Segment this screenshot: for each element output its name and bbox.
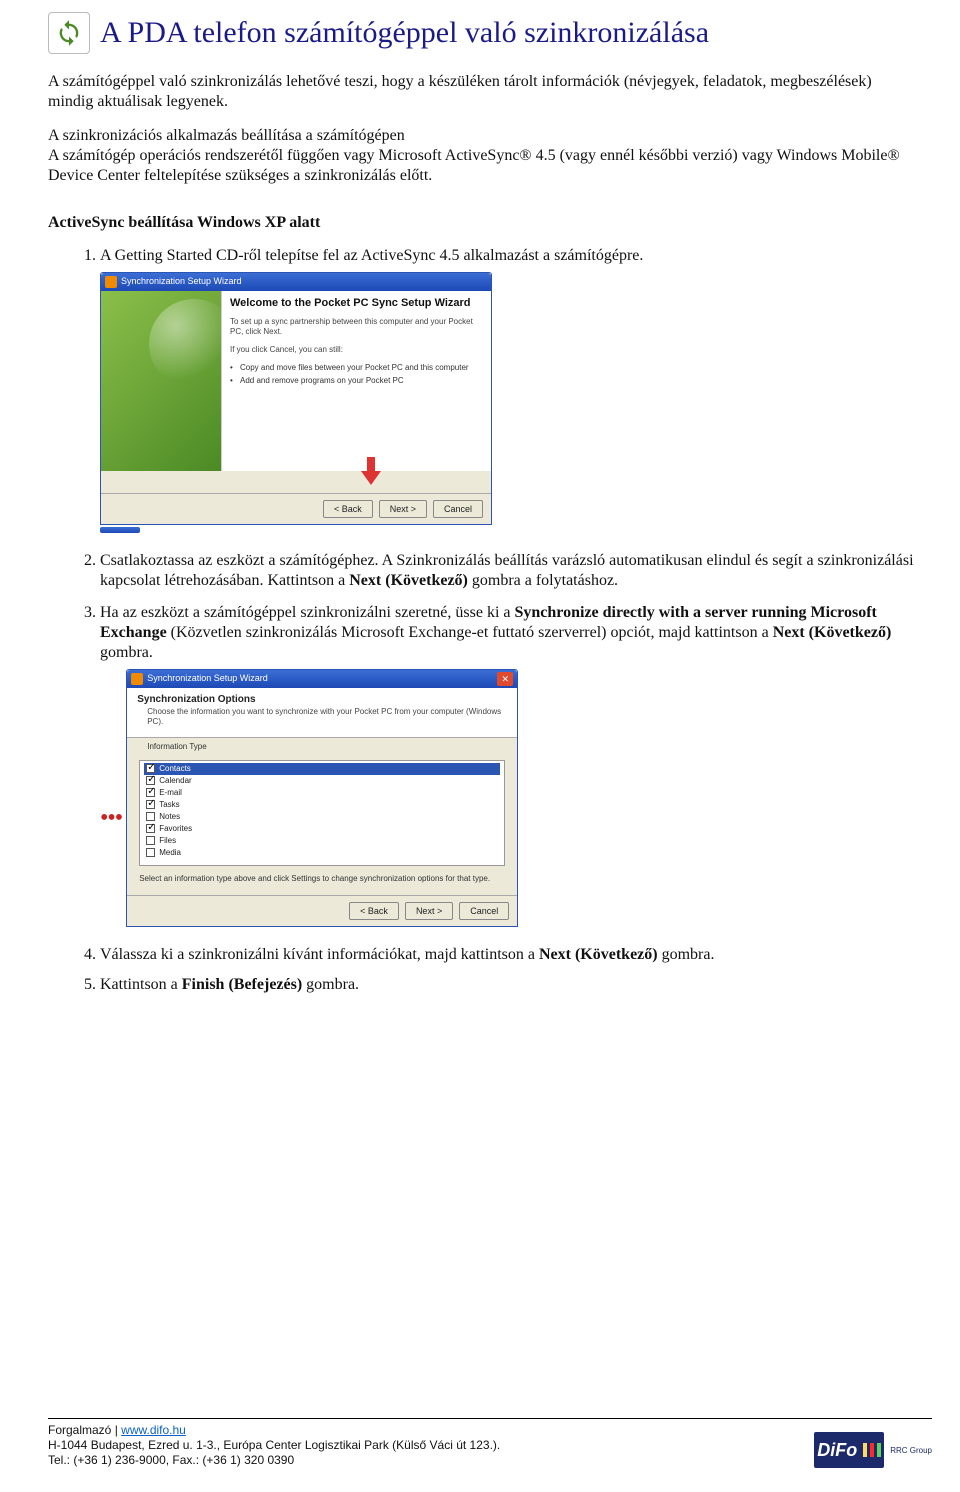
intro-paragraph: A számítógéppel való szinkronizálás lehe… <box>48 72 918 112</box>
truncated-window-icon <box>100 527 140 533</box>
difo-logo-text: DiFo <box>817 1440 857 1461</box>
page-title: A PDA telefon számítógéppel való szinkro… <box>100 16 709 50</box>
footer-address: H-1044 Budapest, Ezred u. 1-3., Európa C… <box>48 1438 500 1453</box>
wizard2-item[interactable]: Calendar <box>144 775 500 787</box>
wizard2-item-label: Favorites <box>159 824 192 834</box>
close-icon[interactable]: ✕ <box>497 672 513 686</box>
wizard2-back-button[interactable]: < Back <box>349 902 399 920</box>
wizard2-titlebar-icon <box>131 673 143 685</box>
logo-bars-icon <box>863 1443 881 1457</box>
footer-label: Forgalmazó | <box>48 1423 121 1437</box>
wizard2-window: Synchronization Setup Wizard ✕ Synchroni… <box>126 669 518 927</box>
step-4-text-c: gombra. <box>658 946 715 963</box>
wizard2-next-button[interactable]: Next > <box>405 902 453 920</box>
checkbox-icon[interactable] <box>146 812 155 821</box>
step-3-text-c: (Közvetlen szinkronizálás Microsoft Exch… <box>167 624 773 641</box>
wizard2-item[interactable]: E-mail <box>144 787 500 799</box>
footer-logo: DiFo RRC Group <box>814 1432 932 1468</box>
wizard2-item-label: Files <box>159 836 176 846</box>
checkbox-icon[interactable] <box>146 848 155 857</box>
wizard2-item[interactable]: Media <box>144 847 500 859</box>
wizard2-item-label: Media <box>159 848 181 858</box>
wizard2-item[interactable]: Favorites <box>144 823 500 835</box>
step-3-text-e: gombra. <box>100 644 153 661</box>
wizard1-next-button[interactable]: Next > <box>379 500 427 518</box>
step-1-text: A Getting Started CD-ről telepítse fel a… <box>100 247 643 264</box>
step-5-text-c: gombra. <box>302 976 359 993</box>
step-4: Válassza ki a szinkronizálni kívánt info… <box>100 945 932 965</box>
footer-text: Forgalmazó | www.difo.hu H-1044 Budapest… <box>48 1423 500 1468</box>
wizard1-cancel-button[interactable]: Cancel <box>433 500 483 518</box>
syncapp-heading: A szinkronizációs alkalmazás beállítása … <box>48 126 928 146</box>
step-5: Kattintson a Finish (Befejezés) gombra. <box>100 975 932 995</box>
wizard2-note: Select an information type above and cli… <box>139 874 505 884</box>
red-dots-icon: ••• <box>100 813 122 823</box>
wizard1-title: Synchronization Setup Wizard <box>121 276 242 287</box>
wizard1-titlebar-icon <box>105 276 117 288</box>
wizard2-header-title: Synchronization Options <box>137 694 507 707</box>
wizard1-bullet1: Copy and move files between your Pocket … <box>230 363 483 373</box>
syncapp-section: A szinkronizációs alkalmazás beállítása … <box>48 126 928 186</box>
checkbox-icon[interactable] <box>146 824 155 833</box>
xp-heading: ActiveSync beállítása Windows XP alatt <box>48 214 932 232</box>
wizard2-header-subtitle: Choose the information you want to synch… <box>137 707 507 727</box>
wizard2-item[interactable]: Contacts <box>144 763 500 775</box>
step-3: Ha az eszközt a számítógéppel szinkroniz… <box>100 603 932 927</box>
checkbox-icon[interactable] <box>146 836 155 845</box>
step-4-text-b: Next (Következő) <box>539 946 658 963</box>
checkbox-icon[interactable] <box>146 788 155 797</box>
checkbox-icon[interactable] <box>146 764 155 773</box>
step-2: Csatlakoztassa az eszközt a számítógéphe… <box>100 551 932 591</box>
step-1: A Getting Started CD-ről telepítse fel a… <box>100 246 932 533</box>
step-3-text-a: Ha az eszközt a számítógéppel szinkroniz… <box>100 604 515 621</box>
wizard2-group-label: Information Type <box>143 742 210 751</box>
step-3-text-d: Next (Következő) <box>773 624 892 641</box>
step-5-text-a: Kattintson a <box>100 976 182 993</box>
wizard1-welcome: Welcome to the Pocket PC Sync Setup Wiza… <box>230 297 483 311</box>
wizard2-item-label: Contacts <box>159 764 191 774</box>
wizard2-item[interactable]: Notes <box>144 811 500 823</box>
wizard1-line2: If you click Cancel, you can still: <box>230 345 483 355</box>
wizard2-title: Synchronization Setup Wizard <box>147 673 268 684</box>
checkbox-icon[interactable] <box>146 776 155 785</box>
step-2-text-c: gombra a folytatáshoz. <box>468 572 618 589</box>
wizard1-red-arrow-icon <box>361 471 381 485</box>
wizard1-bullet2: Add and remove programs on your Pocket P… <box>230 376 483 386</box>
syncapp-text: A számítógép operációs rendszerétől függ… <box>48 146 928 186</box>
step-2-text-b: Next (Következő) <box>349 572 468 589</box>
wizard2-item-label: Tasks <box>159 800 179 810</box>
wizard1-back-button[interactable]: < Back <box>323 500 373 518</box>
step-5-text-b: Finish (Befejezés) <box>182 976 302 993</box>
step-4-text-a: Válassza ki a szinkronizálni kívánt info… <box>100 946 539 963</box>
wizard2-item[interactable]: Files <box>144 835 500 847</box>
wizard2-item-label: Notes <box>159 812 180 822</box>
wizard1-left-art <box>101 291 221 471</box>
wizard1-line1: To set up a sync partnership between thi… <box>230 317 483 337</box>
wizard2-item[interactable]: Tasks <box>144 799 500 811</box>
checkbox-icon[interactable] <box>146 800 155 809</box>
wizard1-window: Synchronization Setup Wizard Welcome to … <box>100 272 492 525</box>
footer-link[interactable]: www.difo.hu <box>121 1423 186 1437</box>
footer-tel: Tel.: (+36 1) 236-9000, Fax.: (+36 1) 32… <box>48 1453 500 1468</box>
wizard2-item-label: E-mail <box>159 788 182 798</box>
sync-icon <box>48 12 90 54</box>
rrc-group-text: RRC Group <box>890 1446 932 1455</box>
wizard2-cancel-button[interactable]: Cancel <box>459 902 509 920</box>
wizard2-item-label: Calendar <box>159 776 191 786</box>
